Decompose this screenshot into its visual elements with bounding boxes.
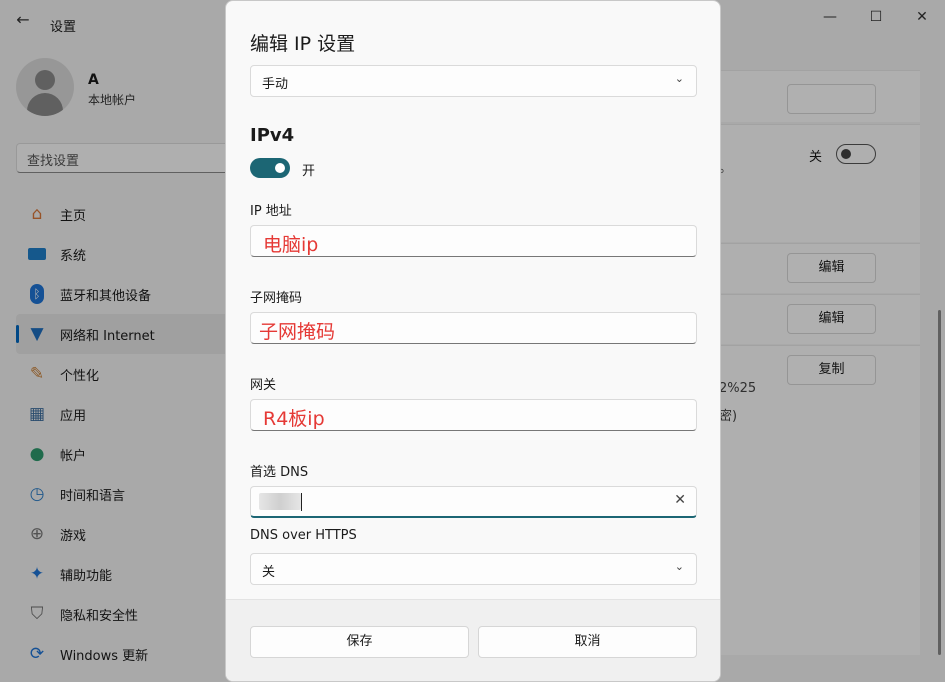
dialog-title: 编辑 IP 设置: [250, 33, 356, 55]
chevron-down-icon: ⌄: [674, 72, 684, 85]
chevron-down-icon: ⌄: [674, 560, 684, 573]
clear-icon[interactable]: ✕: [674, 492, 686, 508]
text-caret: [301, 493, 302, 511]
ipv4-toggle[interactable]: [250, 158, 290, 178]
subnet-mask-label: 子网掩码: [250, 291, 303, 306]
redacted-value: [259, 493, 301, 510]
gateway-annotation: R4板ip: [263, 408, 325, 430]
gateway-label: 网关: [250, 378, 277, 393]
ip-address-annotation: 电脑ip: [263, 234, 319, 256]
ip-mode-value: 手动: [262, 77, 289, 92]
gateway-field[interactable]: R4板ip: [250, 399, 697, 431]
cancel-button[interactable]: 取消: [478, 626, 697, 658]
ip-mode-select[interactable]: 手动 ⌄: [250, 65, 697, 97]
edit-ip-dialog: 编辑 IP 设置 手动 ⌄ IPv4 开 IP 地址 电脑ip 子网掩码 子网掩…: [225, 0, 721, 682]
save-button[interactable]: 保存: [250, 626, 469, 658]
ipv4-section-title: IPv4: [250, 125, 295, 146]
subnet-mask-field[interactable]: 子网掩码: [250, 312, 697, 344]
subnet-mask-annotation: 子网掩码: [259, 321, 336, 343]
ip-address-field[interactable]: 电脑ip: [250, 225, 697, 257]
ipv4-toggle-label: 开: [302, 164, 316, 179]
ip-address-label: IP 地址: [250, 204, 292, 219]
dns-over-https-value: 关: [262, 565, 276, 580]
preferred-dns-field[interactable]: ✕: [250, 486, 697, 518]
dns-over-https-select[interactable]: 关 ⌄: [250, 553, 697, 585]
dns-over-https-label: DNS over HTTPS: [250, 528, 357, 543]
preferred-dns-label: 首选 DNS: [250, 465, 309, 480]
dialog-footer: 保存 取消: [226, 599, 720, 681]
